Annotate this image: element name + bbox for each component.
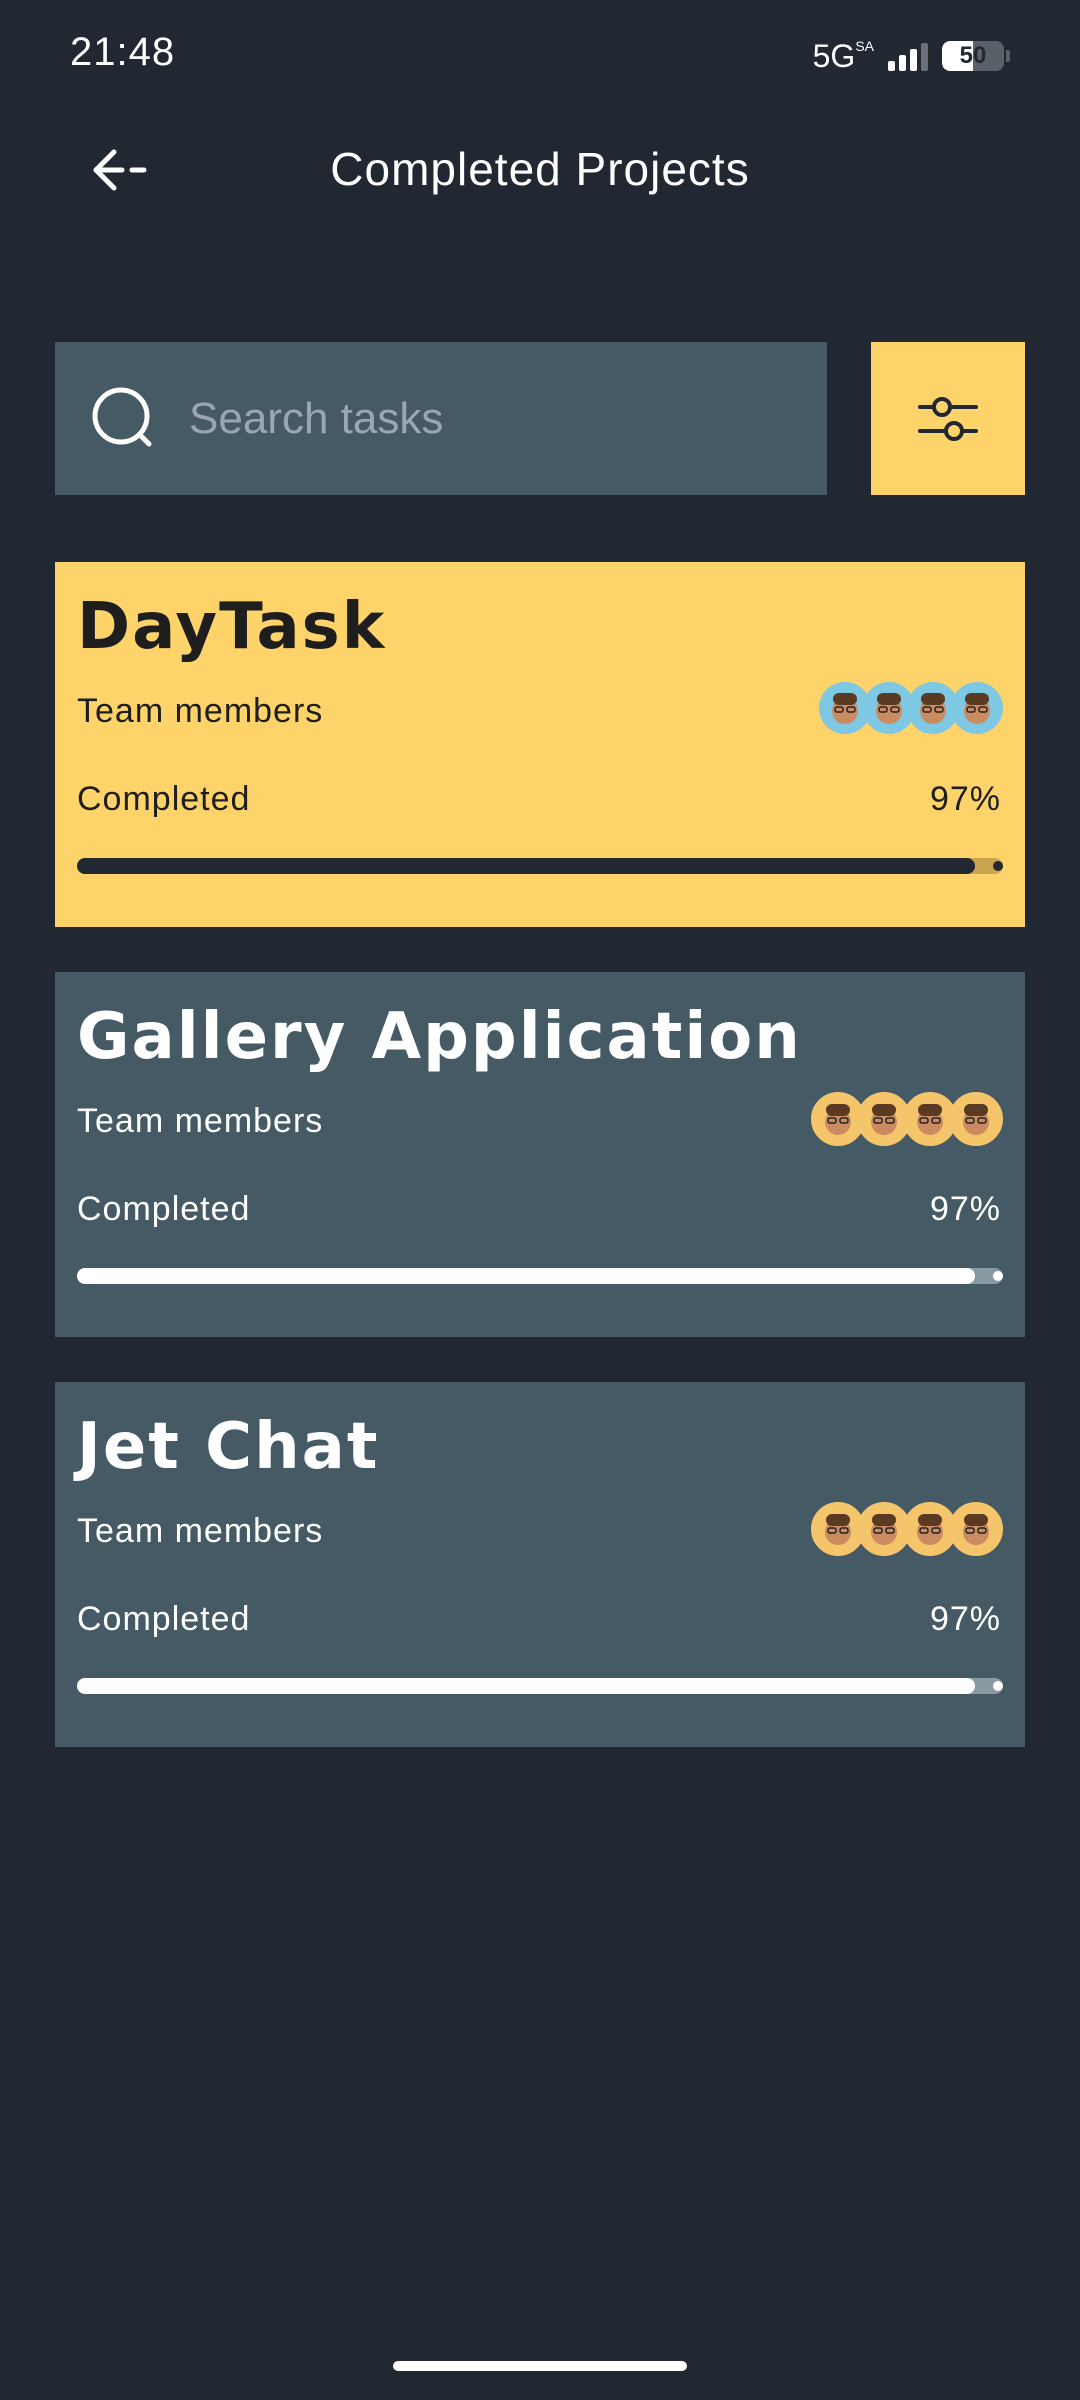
completion-percent: 97% [929, 1600, 1001, 1638]
project-card-jet-chat[interactable]: Jet Chat Team members Completed 97% [55, 1382, 1025, 1747]
progress-fill [77, 858, 976, 874]
project-title: DayTask [77, 590, 387, 664]
progress-end-dot [993, 1271, 1003, 1281]
battery-icon: 50 [942, 41, 1004, 71]
progress-bar [77, 1268, 1003, 1284]
completion-percent: 97% [929, 1190, 1001, 1228]
search-input[interactable] [187, 377, 827, 460]
team-avatars [811, 1502, 1003, 1556]
status-time: 21:48 [70, 30, 176, 74]
team-members-label: Team members [77, 692, 324, 730]
battery-level: 50 [959, 42, 987, 69]
team-members-label: Team members [77, 1102, 324, 1140]
completed-label: Completed [77, 1600, 251, 1638]
search-box[interactable] [55, 342, 827, 495]
page-title: Completed Projects [330, 143, 750, 195]
progress-fill [77, 1268, 976, 1284]
completion-percent: 97% [929, 780, 1001, 818]
avatar [949, 1092, 1003, 1146]
project-card-gallery-application[interactable]: Gallery Application Team members Complet… [55, 972, 1025, 1337]
completed-label: Completed [77, 780, 251, 818]
avatar [949, 1502, 1003, 1556]
network-sup-label: SA [855, 37, 874, 54]
avatar [951, 682, 1003, 734]
project-title: Gallery Application [77, 1000, 802, 1074]
project-card-daytask[interactable]: DayTask Team members Completed 97% [55, 562, 1025, 927]
status-bar: 21:48 5GSA 50 [0, 0, 1080, 110]
home-indicator[interactable] [393, 2361, 687, 2371]
progress-bar [77, 858, 1003, 874]
network-label: 5G [812, 37, 856, 74]
team-members-label: Team members [77, 1512, 324, 1550]
signal-icon [888, 41, 928, 71]
project-title: Jet Chat [77, 1410, 380, 1484]
search-icon [92, 387, 152, 446]
progress-fill [77, 1678, 976, 1694]
progress-bar [77, 1678, 1003, 1694]
progress-end-dot [993, 1681, 1003, 1691]
status-icons: 5GSA 50 [813, 36, 1010, 76]
battery-tip [1006, 50, 1010, 62]
sliders-icon [918, 396, 978, 441]
completed-label: Completed [77, 1190, 251, 1228]
team-avatars [819, 682, 1003, 734]
network-indicator: 5GSA [813, 38, 874, 75]
team-avatars [811, 1092, 1003, 1146]
filter-button[interactable] [871, 342, 1025, 495]
progress-end-dot [993, 861, 1003, 871]
